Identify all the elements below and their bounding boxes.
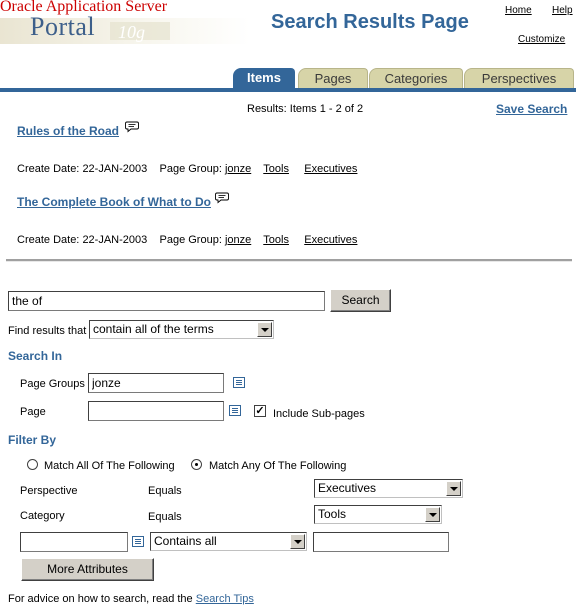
match-all-radio[interactable] xyxy=(27,459,38,470)
chevron-down-icon[interactable] xyxy=(257,322,272,337)
list-of-values-icon[interactable] xyxy=(132,536,144,547)
more-attributes-button[interactable]: More Attributes xyxy=(21,558,154,581)
result-title-link[interactable]: Rules of the Road xyxy=(17,124,119,138)
advice-text: For advice on how to search, read the xyxy=(8,593,193,605)
discussion-icon[interactable] xyxy=(215,192,229,204)
create-date-value: 22-JAN-2003 xyxy=(82,163,148,175)
result-title-link[interactable]: The Complete Book of What to Do xyxy=(17,195,211,209)
page-group-link[interactable]: jonze xyxy=(225,234,251,246)
results-summary: Results: Items 1 - 2 of 2 xyxy=(247,103,364,115)
list-of-values-icon[interactable] xyxy=(233,377,245,388)
search-advice: For advice on how to search, read the Se… xyxy=(8,593,254,605)
page-title: Search Results Page xyxy=(271,11,469,33)
category-link[interactable]: Tools xyxy=(263,234,289,246)
filter-attribute: Perspective xyxy=(20,485,78,497)
save-search-link[interactable]: Save Search xyxy=(496,102,567,116)
tab-perspectives[interactable]: Perspectives xyxy=(464,68,574,89)
tab-items[interactable]: Items xyxy=(233,68,295,88)
filter-operator: Equals xyxy=(148,485,182,497)
tab-categories[interactable]: Categories xyxy=(369,68,463,89)
search-input[interactable] xyxy=(8,291,325,311)
page-groups-input[interactable] xyxy=(88,373,224,393)
match-any-radio[interactable] xyxy=(191,459,202,470)
result-meta: Create Date: 22-JAN-2003 Page Group: jon… xyxy=(17,163,357,175)
home-link[interactable]: Home xyxy=(505,5,532,16)
include-subpages-label: Include Sub-pages xyxy=(273,408,365,420)
category-link[interactable]: Tools xyxy=(263,163,289,175)
page-groups-label: Page Groups xyxy=(20,378,85,390)
help-link[interactable]: Help xyxy=(552,5,573,16)
operator-value: Contains all xyxy=(154,534,217,548)
page-label: Page xyxy=(20,406,46,418)
brand-product: Portal xyxy=(30,12,96,41)
logo-version: 10g xyxy=(118,22,145,42)
perspective-value: Executives xyxy=(318,481,377,495)
tab-pages[interactable]: Pages xyxy=(298,68,368,89)
perspective-value-select[interactable]: Executives xyxy=(314,479,463,498)
match-all-label: Match All Of The Following xyxy=(44,460,175,472)
find-results-label: Find results that xyxy=(8,325,87,337)
attribute-value-input[interactable] xyxy=(313,532,449,552)
category-value: Tools xyxy=(318,507,347,521)
attribute-input[interactable] xyxy=(20,532,128,552)
search-tips-link[interactable]: Search Tips xyxy=(196,593,254,605)
find-results-value: contain all of the terms xyxy=(93,322,214,336)
tab-bar xyxy=(0,88,576,92)
filter-attribute: Category xyxy=(20,510,65,522)
include-subpages-checkbox[interactable]: ✓ xyxy=(254,405,266,417)
page-group-label: Page Group: xyxy=(159,234,222,246)
search-in-heading: Search In xyxy=(8,349,63,363)
perspective-link[interactable]: Executives xyxy=(304,163,357,175)
discussion-icon[interactable] xyxy=(125,121,139,133)
find-results-select[interactable]: contain all of the terms xyxy=(89,320,274,339)
match-any-label: Match Any Of The Following xyxy=(209,460,347,472)
chevron-down-icon[interactable] xyxy=(290,534,305,549)
page-group-label: Page Group: xyxy=(159,163,222,175)
customize-link[interactable]: Customize xyxy=(518,34,565,45)
list-of-values-icon[interactable] xyxy=(229,405,241,416)
result-meta: Create Date: 22-JAN-2003 Page Group: jon… xyxy=(17,234,357,246)
search-button[interactable]: Search xyxy=(330,289,391,312)
operator-select[interactable]: Contains all xyxy=(150,532,307,551)
page-input[interactable] xyxy=(88,401,224,421)
chevron-down-icon[interactable] xyxy=(425,507,440,522)
page-group-link[interactable]: jonze xyxy=(225,163,251,175)
create-date-value: 22-JAN-2003 xyxy=(82,234,148,246)
perspective-link[interactable]: Executives xyxy=(304,234,357,246)
filter-by-heading: Filter By xyxy=(8,433,57,447)
create-date-label: Create Date: xyxy=(17,234,80,246)
category-value-select[interactable]: Tools xyxy=(314,505,442,524)
chevron-down-icon[interactable] xyxy=(446,481,461,496)
separator xyxy=(6,259,572,262)
filter-operator: Equals xyxy=(148,511,182,523)
create-date-label: Create Date: xyxy=(17,163,80,175)
